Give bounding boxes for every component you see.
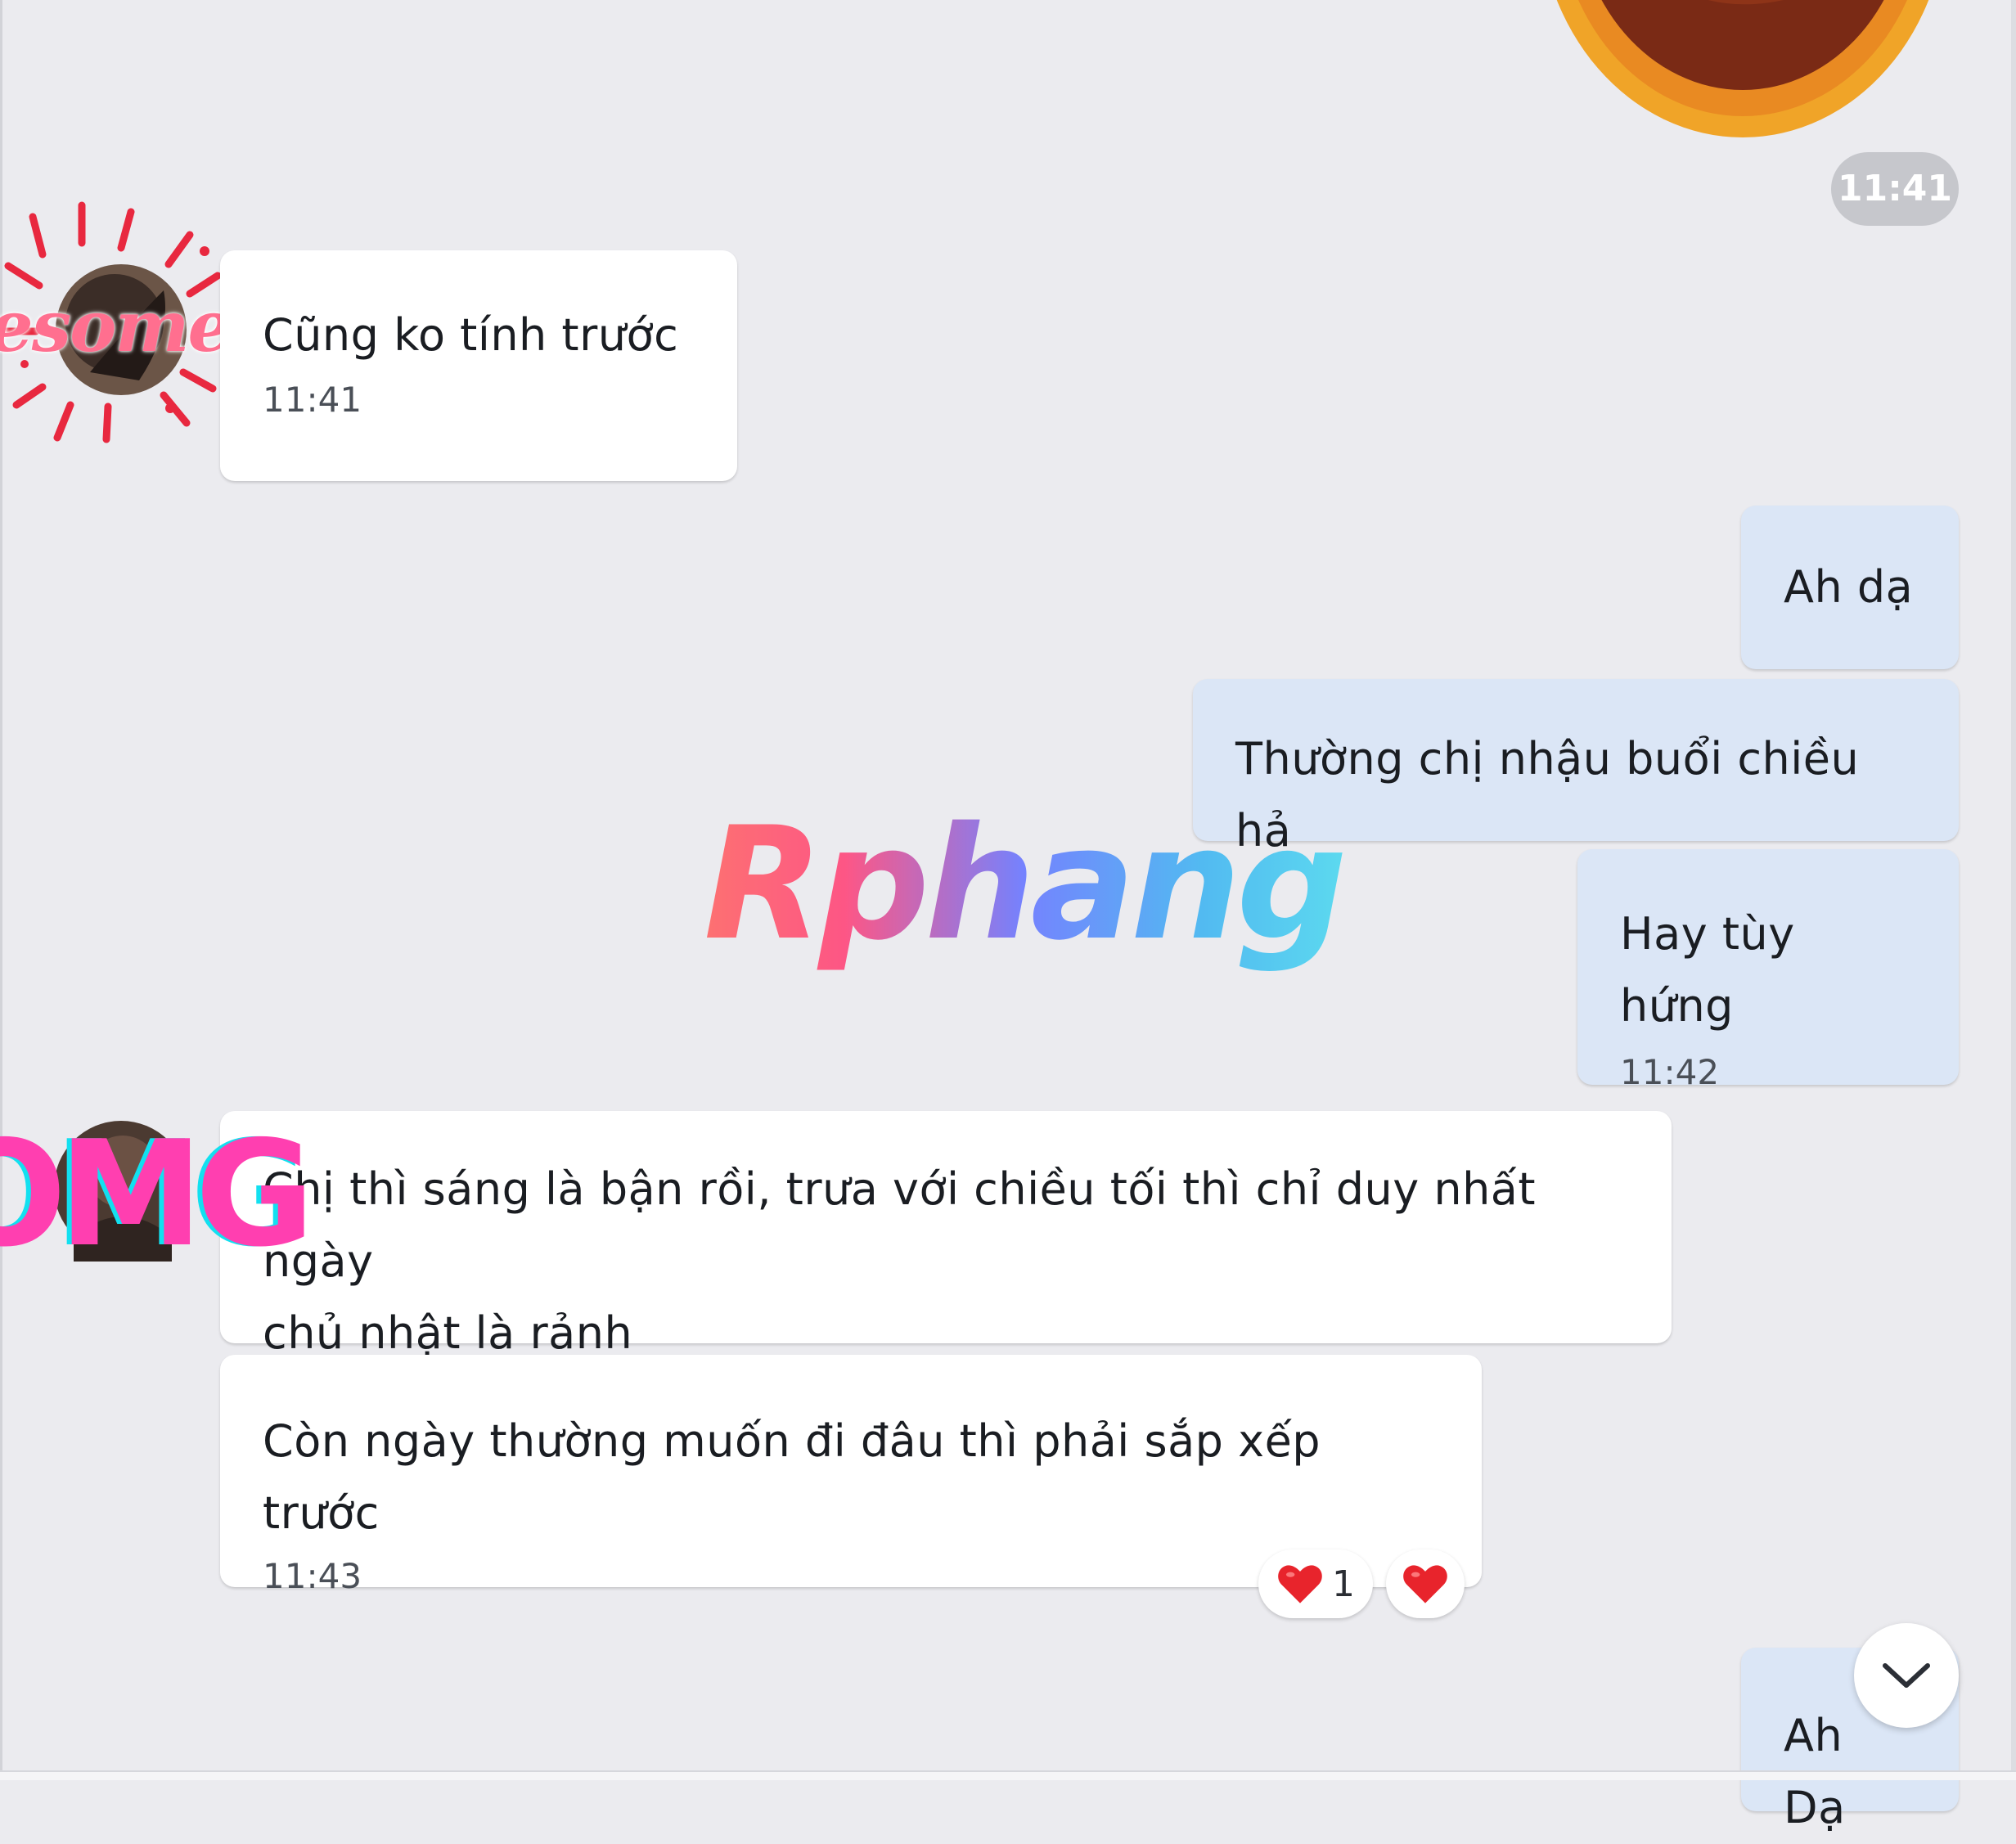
reaction-summary[interactable]: 1 xyxy=(1258,1549,1373,1618)
message-text: Hay tùy hứng xyxy=(1620,908,1795,1032)
sender-avatar[interactable]: OMG xyxy=(0,1106,327,1278)
message-bubble-outgoing[interactable]: Hay tùy hứng 11:42 xyxy=(1577,849,1959,1092)
add-reaction-button[interactable] xyxy=(1386,1549,1465,1618)
chevron-down-icon xyxy=(1883,1663,1930,1688)
sticker-image xyxy=(1556,0,1929,137)
awesome-frame-text: esome xyxy=(0,286,232,368)
sticker-message[interactable] xyxy=(1538,0,1947,139)
sender-avatar[interactable]: esome xyxy=(0,200,245,446)
scrollbar-track[interactable] xyxy=(2011,0,2016,1780)
omg-frame-text: OMG xyxy=(0,1109,315,1279)
message-bubble-incoming[interactable]: Cũng ko tính trước 11:41 xyxy=(220,250,737,481)
message-bubble-outgoing[interactable]: Ah dạ xyxy=(1741,506,1959,669)
time-separator: 11:41 xyxy=(1831,152,1959,226)
window-bottom-border xyxy=(0,1770,2016,1780)
message-time: 11:41 xyxy=(263,380,362,420)
heart-icon xyxy=(1278,1565,1322,1603)
message-text: Ah dạ xyxy=(1784,561,1914,613)
message-text: Cũng ko tính trước xyxy=(263,309,679,361)
message-text: Còn ngày thường muốn đi đâu thì phải sắp… xyxy=(263,1415,1321,1539)
watermark-logo: Rphang xyxy=(704,794,1348,974)
reaction-count: 1 xyxy=(1332,1563,1355,1605)
message-time: 11:42 xyxy=(1620,1052,1720,1092)
heart-icon xyxy=(1403,1565,1447,1603)
message-bubble-incoming[interactable]: Chị thì sáng là bận rồi, trưa với chiều … xyxy=(220,1111,1672,1359)
message-text-line: Chị thì sáng là bận rồi, trưa với chiều … xyxy=(263,1163,1537,1287)
message-reactions: 1 xyxy=(1258,1549,1465,1618)
scroll-to-bottom-button[interactable] xyxy=(1854,1623,1959,1728)
